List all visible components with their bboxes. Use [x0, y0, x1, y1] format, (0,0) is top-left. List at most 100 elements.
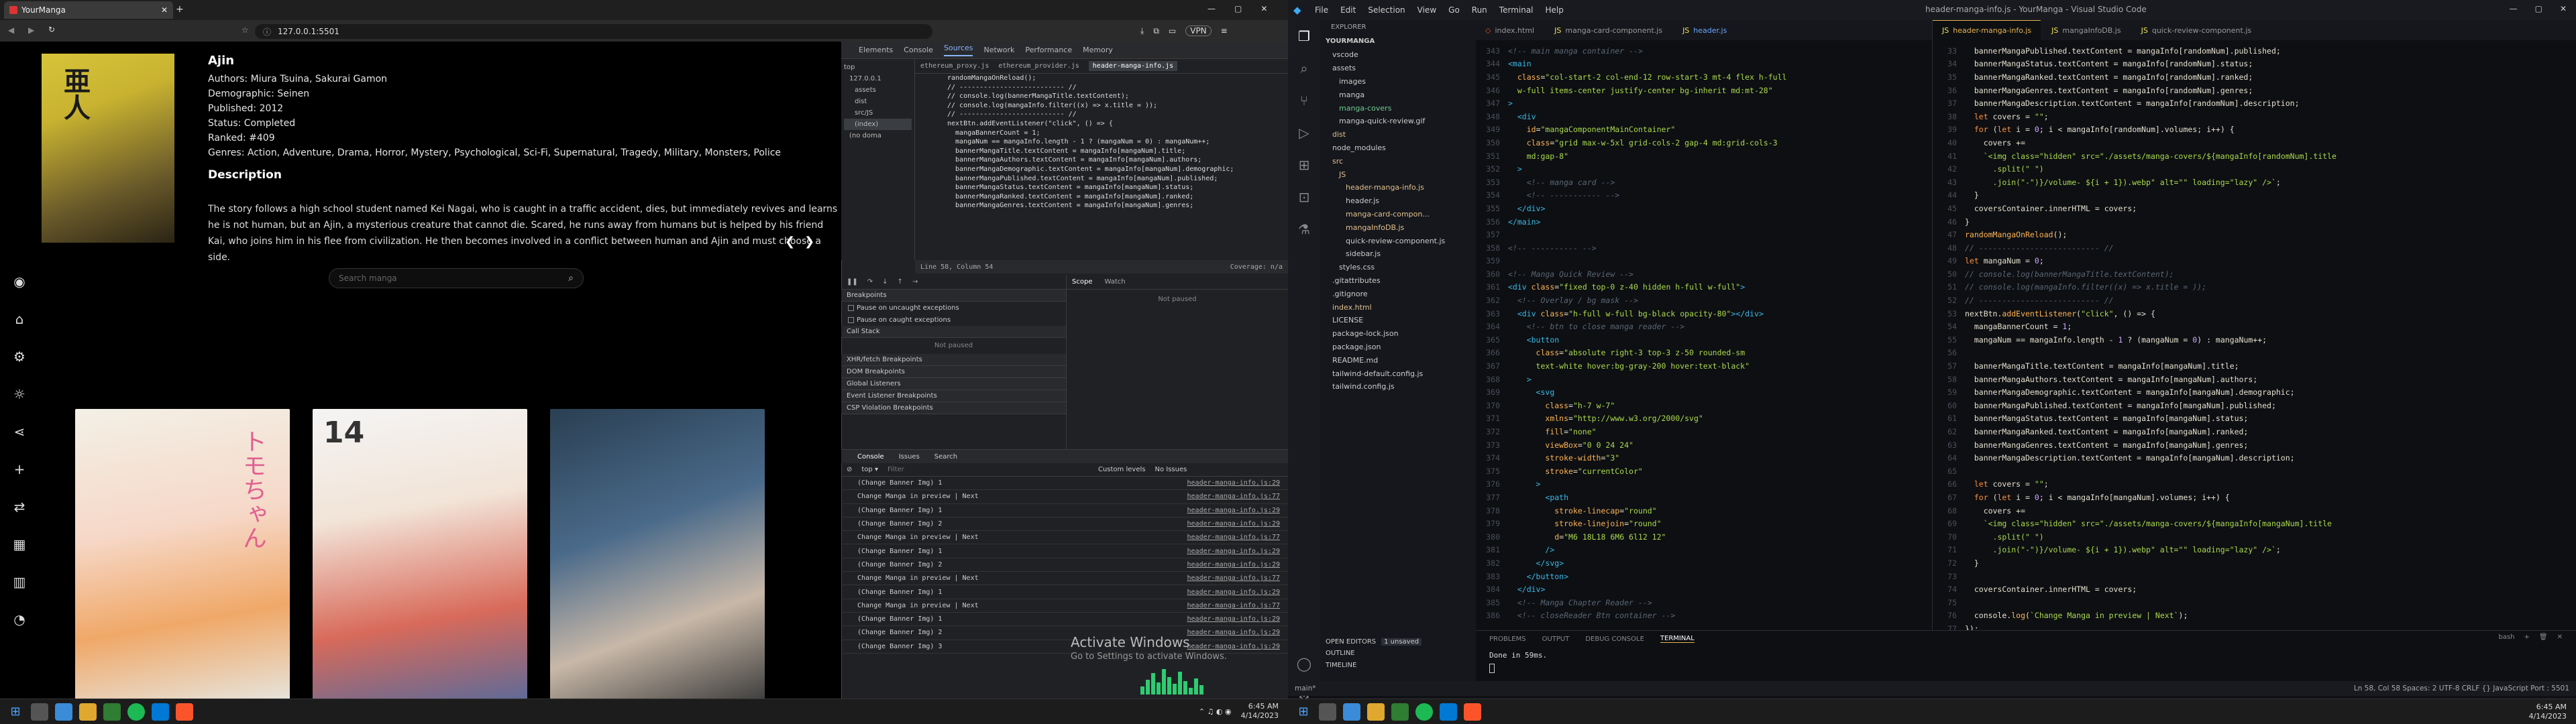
tree-item[interactable]: src/JS — [844, 107, 912, 119]
code-line[interactable]: 40 covers += — [1933, 136, 2576, 149]
spotify-icon[interactable] — [1415, 703, 1433, 721]
problems-tab[interactable]: PROBLEMS — [1489, 636, 1526, 643]
code-line[interactable]: 345 class="col-start-2 col-end-12 row-st… — [1476, 70, 1932, 84]
manga-card-cover[interactable] — [550, 409, 765, 704]
code-line[interactable]: 362 <!-- Overlay / bg mask --> — [1476, 294, 1932, 307]
log-source-link[interactable]: header-manga-info.js:29 — [1187, 561, 1280, 568]
terminal-output[interactable]: Done in 59ms. — [1476, 647, 2576, 664]
breakpoints-section[interactable]: Breakpoints — [841, 290, 1066, 302]
close-window-icon[interactable]: ✕ — [1260, 4, 1267, 13]
editor-tab[interactable]: JS manga-card-component.js — [1545, 20, 1672, 40]
tree-item[interactable]: (index) — [844, 119, 912, 130]
manga-card-cover[interactable]: トモちゃん — [75, 409, 290, 704]
file-tab[interactable]: ethereum_proxy.js — [920, 62, 989, 70]
pause-caught-option[interactable]: Pause on caught exceptions — [841, 314, 1066, 326]
tray-icons[interactable]: ⌃ ♫ ◐ ◉ — [1199, 707, 1232, 716]
code-line[interactable]: 34 bannerMangaStatus.textContent = manga… — [1933, 58, 2576, 71]
code-line[interactable]: 61 bannerMangaStatus.textContent = manga… — [1933, 412, 2576, 426]
settings-icon[interactable]: ⚙ — [0, 338, 39, 375]
code-line[interactable]: 358 <!-- ---------- --> — [1476, 241, 1932, 255]
code-line[interactable]: 379 stroke-linejoin="round" — [1476, 517, 1932, 530]
code-line[interactable]: 41 `<img class="hidden" src="./assets/ma… — [1933, 149, 2576, 163]
code-line[interactable]: 354 <!-- ----------- --> — [1476, 189, 1932, 202]
log-source-link[interactable]: header-manga-info.js:29 — [1187, 629, 1280, 636]
qr-icon[interactable]: ▦ — [0, 526, 39, 563]
code-line[interactable]: 75 — [1933, 596, 2576, 609]
terminal-tab[interactable]: TERMINAL — [1660, 635, 1695, 643]
file-tab[interactable]: ethereum_provider.js — [998, 62, 1079, 70]
code-line[interactable]: 48 // -------------------------- // — [1933, 241, 2576, 255]
code-line[interactable]: 373 viewBox="0 0 24 24" — [1476, 438, 1932, 452]
code-line[interactable]: 49 let mangaNum = 0; — [1933, 255, 2576, 268]
code-line[interactable]: 372 fill="none" — [1476, 425, 1932, 438]
menu-terminal[interactable]: Terminal — [1499, 5, 1534, 15]
code-line[interactable]: 359 — [1476, 255, 1932, 268]
code-line[interactable]: 344 <main — [1476, 58, 1932, 71]
context-select[interactable]: top ▾ — [861, 466, 878, 473]
code-line[interactable]: 76 console.log(`Change Manga in preview … — [1933, 609, 2576, 623]
account-icon[interactable]: ◯ — [1288, 648, 1320, 680]
status-right[interactable]: Ln 58, Col 58 Spaces: 2 UTF-8 CRLF {} Ja… — [2354, 684, 2569, 692]
code-line[interactable]: 36 bannerMangaGenres.textContent = manga… — [1933, 84, 2576, 97]
start-icon[interactable]: ⊞ — [1295, 703, 1312, 721]
git-branch[interactable]: main* — [1295, 684, 1316, 692]
trash-icon[interactable]: 🗑 — [2539, 634, 2548, 641]
search-icon[interactable]: ⌕ — [1288, 52, 1320, 84]
log-source-link[interactable]: header-manga-info.js:29 — [1187, 643, 1280, 650]
checkbox[interactable] — [848, 304, 854, 311]
code-line[interactable]: 364 <!-- btn to close manga reader --> — [1476, 320, 1932, 333]
code-line[interactable]: 56 — [1933, 347, 2576, 360]
code-line[interactable]: 47 randomMangaOnReload(); — [1933, 228, 2576, 241]
timeline-section[interactable]: TIMELINE — [1320, 660, 1476, 672]
folder-icon[interactable] — [1367, 703, 1385, 721]
explorer-item[interactable]: README.md — [1320, 353, 1476, 367]
code-line[interactable]: 386 <!-- closeReader Btn container --> — [1476, 609, 1932, 623]
search-taskbar-icon[interactable] — [31, 703, 48, 721]
editor-tab[interactable]: JS mangaInfoDB.js — [2042, 20, 2131, 40]
minimize-icon[interactable]: — — [2510, 4, 2518, 13]
editor-tab[interactable]: JS header.js — [1673, 20, 1736, 40]
code-line[interactable]: 352 > — [1476, 162, 1932, 176]
menu-edit[interactable]: Edit — [1340, 5, 1356, 15]
app-icon[interactable] — [1391, 703, 1409, 721]
code-line[interactable]: 360 <!-- Manga Quick Review --> — [1476, 267, 1932, 281]
file-tab-active[interactable]: header-manga-info.js — [1088, 61, 1178, 71]
explorer-item[interactable]: sidebar.js — [1320, 247, 1476, 261]
app-icon[interactable] — [103, 703, 121, 721]
xhr-breakpoints[interactable]: XHR/fetch Breakpoints — [841, 354, 1066, 366]
menu-selection[interactable]: Selection — [1368, 5, 1405, 15]
tab-network[interactable]: Network — [983, 46, 1014, 54]
tree-item[interactable]: top — [844, 62, 912, 73]
prev-banner-icon[interactable]: ❮ — [785, 235, 795, 249]
code-line[interactable]: 377 <path — [1476, 491, 1932, 504]
log-source-link[interactable]: header-manga-info.js:29 — [1187, 548, 1280, 555]
clear-console-icon[interactable]: ⊘ — [847, 466, 852, 473]
user-icon[interactable]: ◉ — [0, 263, 39, 300]
call-stack-section[interactable]: Call Stack — [841, 326, 1066, 338]
log-source-link[interactable]: header-manga-info.js:77 — [1187, 534, 1280, 541]
extensions-icon[interactable]: ⧉ — [1153, 26, 1159, 36]
search-input[interactable]: Search manga ⌕ — [329, 268, 584, 288]
code-line[interactable]: 55 mangaNum == mangaInfo.length - 1 ? (m… — [1933, 333, 2576, 347]
step-out-icon[interactable]: ↑ — [898, 278, 903, 286]
event-listener-breakpoints[interactable]: Event Listener Breakpoints — [841, 390, 1066, 402]
code-line[interactable]: 57 bannerMangaTitle.textContent = mangaI… — [1933, 359, 2576, 373]
editor-tab-active[interactable]: JS header-manga-info.js — [1933, 20, 2041, 40]
sidebar-toggle-icon[interactable]: ▭ — [1169, 26, 1176, 36]
extensions-icon[interactable]: ⊞ — [1288, 149, 1320, 181]
code-line[interactable]: 350 class="grid max-w-5xl grid-cols-2 ga… — [1476, 136, 1932, 149]
code-line[interactable]: 65 — [1933, 465, 2576, 478]
menu-icon[interactable]: ≡ — [1221, 26, 1228, 36]
code-line[interactable]: 378 stroke-linecap="round" — [1476, 504, 1932, 518]
code-line[interactable]: 74 coversContainer.innerHTML = covers; — [1933, 583, 2576, 596]
global-listeners[interactable]: Global Listeners — [841, 378, 1066, 390]
close-window-icon[interactable]: ✕ — [2560, 4, 2567, 13]
explorer-item[interactable]: .gitignore — [1320, 287, 1476, 300]
code-line[interactable]: 50 // console.log(bannerMangaTitle.textCo… — [1933, 267, 2576, 281]
shuffle-icon[interactable]: ⇄ — [0, 488, 39, 526]
code-line[interactable]: 72 } — [1933, 556, 2576, 570]
dom-breakpoints[interactable]: DOM Breakpoints — [841, 366, 1066, 378]
explorer-item[interactable]: package-lock.json — [1320, 327, 1476, 341]
code-line[interactable]: 363 <div class="h-full w-full bg-black o… — [1476, 307, 1932, 320]
maximize-icon[interactable]: ▢ — [2535, 4, 2542, 13]
